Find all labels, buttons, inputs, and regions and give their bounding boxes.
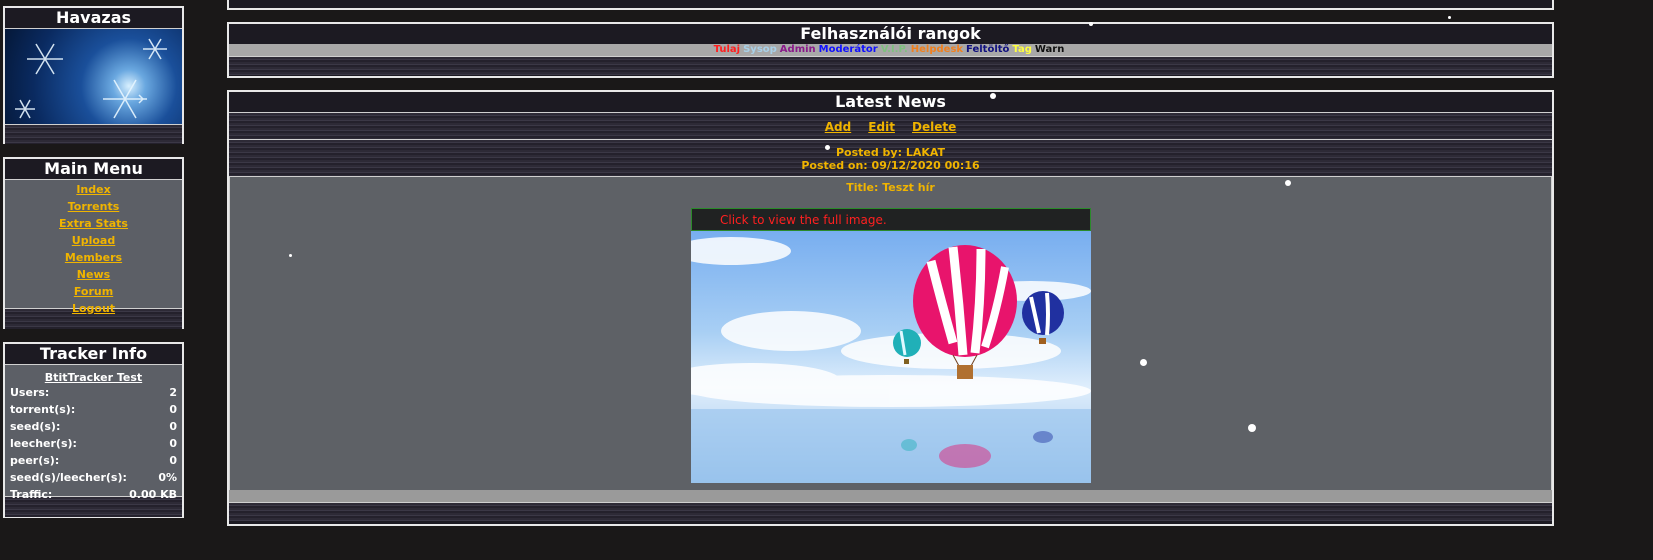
- rank-v-i-p: V.I.P.: [880, 44, 908, 55]
- snow-particle: [1248, 424, 1256, 432]
- top-edge-block: [227, 0, 1554, 10]
- stat-peers: peer(s): 0: [10, 454, 177, 467]
- snow-particle: [289, 254, 292, 257]
- news-meta: Posted by: LAKAT Posted on: 09/12/2020 0…: [229, 140, 1552, 177]
- main-menu-list: Index Torrents Extra Stats Upload Member…: [5, 180, 182, 315]
- menu-link-members[interactable]: Members: [5, 249, 182, 266]
- ranks-legend: Tulaj Sysop Admin Moderátor V.I.P. Helpdesk Fe…: [229, 44, 1552, 56]
- snow-particle: [1448, 16, 1451, 19]
- rank-admin: Admin: [779, 44, 816, 55]
- snow-particle: [990, 93, 996, 99]
- snow-particle: [1140, 359, 1147, 366]
- news-footer: [229, 503, 1552, 521]
- rank-helpdesk: Helpdesk: [910, 44, 964, 55]
- menu-link-torrents[interactable]: Torrents: [5, 198, 182, 215]
- stat-ratio: seed(s)/leecher(s): 0%: [10, 471, 177, 484]
- havazas-footer: [5, 124, 182, 144]
- havazas-title: Havazas: [5, 8, 182, 29]
- ranks-title: Felhasználói rangok: [800, 24, 981, 43]
- add-news-link[interactable]: Add: [825, 120, 851, 134]
- stat-users: Users: 2: [10, 386, 177, 399]
- rank-tag: Tag: [1012, 44, 1032, 55]
- tracker-info-panel: BtitTracker Test Users: 2 torrent(s): 0 se…: [5, 365, 182, 501]
- rank-tulaj: Tulaj: [713, 44, 741, 55]
- rank-sysop: Sysop: [743, 44, 777, 55]
- menu-link-extra-stats[interactable]: Extra Stats: [5, 215, 182, 232]
- snow-particle: [1285, 180, 1291, 186]
- tracker-info-block: Tracker Info BtitTracker Test Users: 2 to…: [3, 342, 184, 518]
- image-notice-text: Click to view the full image.: [720, 213, 887, 227]
- posted-on: Posted on: 09/12/2020 00:16: [801, 159, 980, 172]
- image-notice-bar[interactable]: Click to view the full image.: [691, 208, 1091, 231]
- ranks-footer: [229, 56, 1552, 75]
- main-menu-title: Main Menu: [5, 159, 182, 180]
- snow-particle: [1089, 22, 1093, 26]
- stat-torrents: torrent(s): 0: [10, 403, 177, 416]
- news-title: Latest News: [229, 92, 1552, 113]
- main-menu-block: Main Menu Index Torrents Extra Stats Upl…: [3, 157, 184, 329]
- news-block: Latest News Add Edit Delete Posted by: L…: [227, 90, 1554, 526]
- news-body: Title: Teszt hír Click to view the full …: [229, 177, 1552, 490]
- rank-moder-tor: Moderátor: [818, 44, 878, 55]
- rank-felt-lt: Feltöltő: [966, 44, 1010, 55]
- tracker-site-link[interactable]: BtitTracker Test: [45, 371, 142, 384]
- news-actions: Add Edit Delete: [229, 113, 1552, 140]
- news-grey-bar: [229, 490, 1552, 503]
- menu-link-forum[interactable]: Forum: [5, 283, 182, 300]
- menu-link-news[interactable]: News: [5, 266, 182, 283]
- ranks-block: Felhasználói rangok Tulaj Sysop Admin Moder…: [227, 22, 1554, 78]
- rank-warn: Warn: [1034, 44, 1065, 55]
- menu-link-upload[interactable]: Upload: [5, 232, 182, 249]
- tracker-info-title: Tracker Info: [5, 344, 182, 365]
- stat-leechers: leecher(s): 0: [10, 437, 177, 450]
- stat-seeds: seed(s): 0: [10, 420, 177, 433]
- menu-link-index[interactable]: Index: [5, 181, 182, 198]
- snowflake-image: [5, 29, 182, 124]
- snow-particle: [825, 145, 830, 150]
- posted-by: Posted by: LAKAT: [835, 146, 946, 159]
- edit-news-link[interactable]: Edit: [868, 120, 895, 134]
- news-post-title: Title: Teszt hír: [846, 181, 935, 194]
- balloon-image[interactable]: [691, 231, 1091, 483]
- havazas-block: Havazas: [3, 6, 184, 144]
- delete-news-link[interactable]: Delete: [912, 120, 956, 134]
